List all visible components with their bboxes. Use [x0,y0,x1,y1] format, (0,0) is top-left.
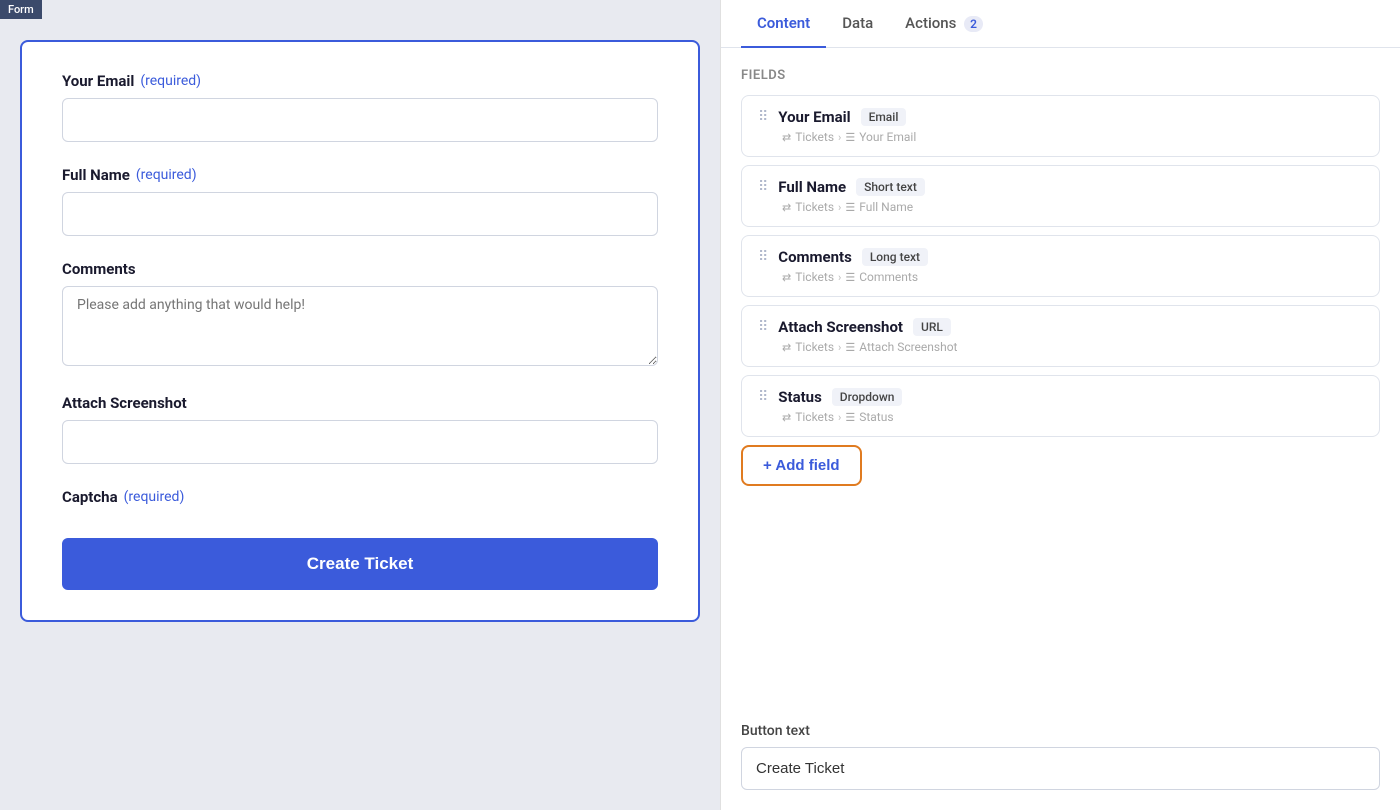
path-chevron-status: › [838,411,841,424]
path-table-email: Tickets [795,130,834,144]
path-table-comments: Tickets [795,270,834,284]
field-email-path: ⇄ Tickets › ☰ Your Email [758,130,1363,144]
path-field-icon-screenshot: ☰ [845,341,855,354]
path-field-status: Status [859,410,893,424]
path-icon-screenshot: ⇄ [782,341,791,354]
right-panel: Content Data Actions 2 Fields ⠿ Your Ema… [720,0,1400,810]
path-icon-status: ⇄ [782,411,791,424]
field-card-screenshot-top: ⠿ Attach Screenshot URL [758,318,1363,336]
comments-label: Comments [62,260,658,278]
field-fullname-path: ⇄ Tickets › ☰ Full Name [758,200,1363,214]
path-field-fullname: Full Name [859,200,913,214]
add-field-button[interactable]: + Add field [741,445,862,486]
field-card-comments: ⠿ Comments Long text ⇄ Tickets › ☰ Comme… [741,235,1380,297]
field-fullname-name: Full Name [778,178,846,196]
field-card-comments-top: ⠿ Comments Long text [758,248,1363,266]
field-status-name: Status [778,388,822,406]
path-icon-email: ⇄ [782,131,791,144]
form-badge: Form [0,0,42,19]
screenshot-label: Attach Screenshot [62,394,658,412]
captcha-label-text: Captcha [62,488,118,506]
field-fullname-type: Short text [856,178,925,196]
field-screenshot-path: ⇄ Tickets › ☰ Attach Screenshot [758,340,1363,354]
button-text-input[interactable] [741,747,1380,790]
path-field-comments: Comments [859,270,918,284]
form-field-email: Your Email (required) [62,72,658,142]
field-screenshot-name: Attach Screenshot [778,318,903,336]
field-card-status-top: ⠿ Status Dropdown [758,388,1363,406]
screenshot-label-text: Attach Screenshot [62,394,187,412]
email-label: Your Email (required) [62,72,658,90]
fullname-label-text: Full Name [62,166,130,184]
submit-button[interactable]: Create Ticket [62,538,658,590]
fullname-label: Full Name (required) [62,166,658,184]
comments-textarea[interactable] [62,286,658,366]
actions-badge: 2 [964,16,983,32]
button-text-section: Button text [721,723,1400,810]
drag-handle-comments[interactable]: ⠿ [758,249,768,265]
path-field-icon-comments: ☰ [845,271,855,284]
field-email-name: Your Email [778,108,850,126]
field-card-fullname: ⠿ Full Name Short text ⇄ Tickets › ☰ Ful… [741,165,1380,227]
email-label-text: Your Email [62,72,134,90]
form-container: Your Email (required) Full Name (require… [20,40,700,622]
drag-handle-email[interactable]: ⠿ [758,109,768,125]
field-card-email-top: ⠿ Your Email Email [758,108,1363,126]
path-field-icon-fullname: ☰ [845,201,855,214]
form-field-fullname: Full Name (required) [62,166,658,236]
drag-handle-status[interactable]: ⠿ [758,389,768,405]
panel-content: Fields ⠿ Your Email Email ⇄ Tickets › ☰ … [721,48,1400,723]
path-field-icon-email: ☰ [845,131,855,144]
tab-content[interactable]: Content [741,0,826,48]
fullname-required: (required) [136,167,197,183]
captcha-required: (required) [124,489,185,505]
drag-handle-screenshot[interactable]: ⠿ [758,319,768,335]
fullname-input[interactable] [62,192,658,236]
field-card-fullname-top: ⠿ Full Name Short text [758,178,1363,196]
field-screenshot-type: URL [913,318,951,336]
field-card-status: ⠿ Status Dropdown ⇄ Tickets › ☰ Status [741,375,1380,437]
captcha-label: Captcha (required) [62,488,658,506]
field-status-path: ⇄ Tickets › ☰ Status [758,410,1363,424]
email-required: (required) [140,73,201,89]
tab-data[interactable]: Data [826,0,889,48]
form-field-comments: Comments [62,260,658,370]
form-field-captcha: Captcha (required) [62,488,658,506]
path-icon-comments: ⇄ [782,271,791,284]
button-text-label: Button text [741,723,1380,739]
path-field-screenshot: Attach Screenshot [859,340,957,354]
path-chevron-screenshot: › [838,341,841,354]
path-table-status: Tickets [795,410,834,424]
field-card-screenshot: ⠿ Attach Screenshot URL ⇄ Tickets › ☰ At… [741,305,1380,367]
path-chevron-fullname: › [838,201,841,214]
tab-actions[interactable]: Actions 2 [889,0,999,48]
email-input[interactable] [62,98,658,142]
field-comments-name: Comments [778,248,852,266]
field-card-email: ⠿ Your Email Email ⇄ Tickets › ☰ Your Em… [741,95,1380,157]
path-chevron-comments: › [838,271,841,284]
path-table-fullname: Tickets [795,200,834,214]
tab-actions-label: Actions [905,14,956,32]
path-field-icon-status: ☰ [845,411,855,424]
path-table-screenshot: Tickets [795,340,834,354]
fields-section-label: Fields [741,68,1380,83]
field-status-type: Dropdown [832,388,903,406]
path-field-email: Your Email [859,130,916,144]
field-email-type: Email [861,108,907,126]
field-comments-path: ⇄ Tickets › ☰ Comments [758,270,1363,284]
form-field-screenshot: Attach Screenshot [62,394,658,464]
screenshot-input[interactable] [62,420,658,464]
path-chevron-email: › [838,131,841,144]
tabs-header: Content Data Actions 2 [721,0,1400,48]
comments-label-text: Comments [62,260,136,278]
drag-handle-fullname[interactable]: ⠿ [758,179,768,195]
left-panel: Form Your Email (required) Full Name (re… [0,0,720,810]
path-icon-fullname: ⇄ [782,201,791,214]
field-comments-type: Long text [862,248,928,266]
